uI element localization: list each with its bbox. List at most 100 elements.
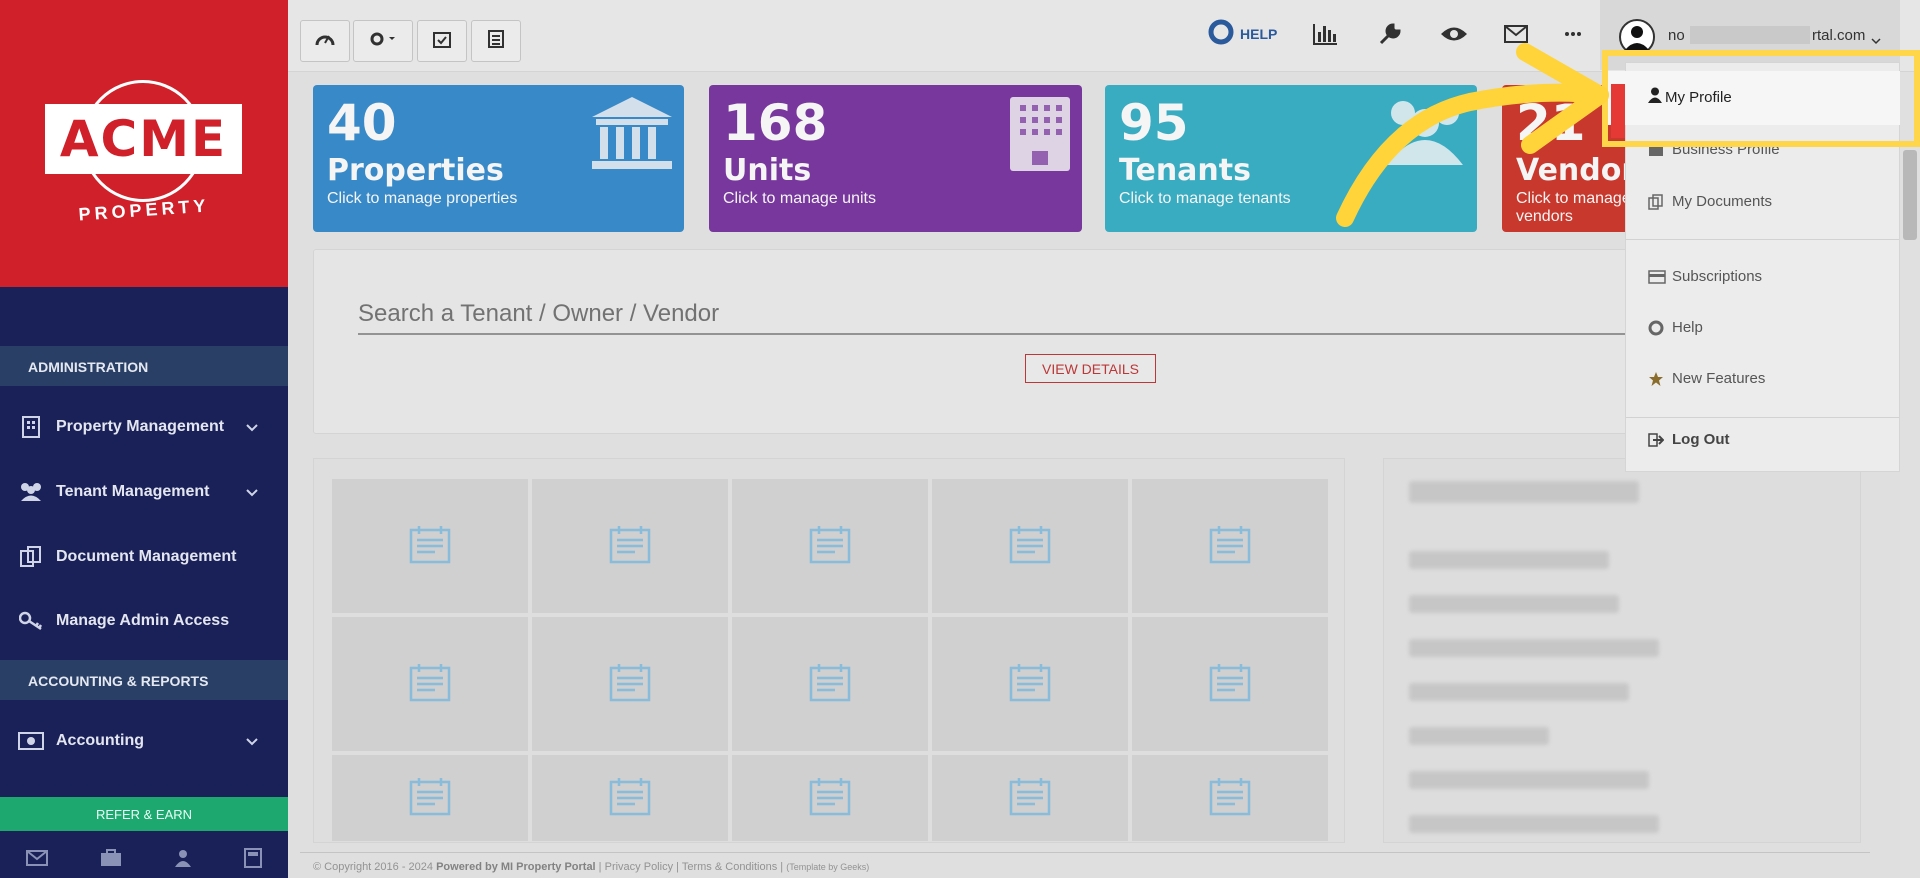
calendar-check-icon — [433, 30, 451, 53]
speedometer-icon — [315, 31, 335, 52]
clipboard-icon — [409, 776, 451, 821]
lifebuoy-icon — [1648, 320, 1668, 336]
clipboard-icon — [409, 524, 451, 569]
units-card[interactable]: 168 Units Click to manage units — [709, 85, 1082, 232]
grid-tile[interactable] — [1132, 755, 1328, 841]
scrollbar-thumb[interactable] — [1903, 150, 1917, 240]
sidebar-item-manage-admin-access[interactable]: Manage Admin Access — [0, 601, 288, 641]
sidebar-item-label: Tenant Management — [56, 483, 210, 500]
template-credit: (Template by Geeks) — [786, 862, 870, 872]
clipboard-icon — [609, 662, 651, 707]
clipboard-icon — [1209, 524, 1251, 569]
grid-tile[interactable] — [1132, 617, 1328, 751]
grid-tile[interactable] — [532, 755, 728, 841]
help-label: HELP — [1240, 26, 1278, 42]
users-icon — [18, 481, 44, 503]
menu-item-label: Subscriptions — [1672, 268, 1763, 285]
highlight-box — [1602, 50, 1920, 147]
logo-text: ACME — [59, 110, 228, 168]
search-input[interactable]: Search a Tenant / Owner / Vendor — [358, 290, 1648, 335]
menu-item-label: New Features — [1672, 370, 1766, 387]
sidebar-item-label: Accounting — [56, 732, 144, 749]
gear-icon — [369, 31, 397, 52]
grid-tile[interactable] — [932, 755, 1128, 841]
menu-item-subscriptions[interactable]: Subscriptions — [1648, 268, 1762, 285]
sidebar-item-property-management[interactable]: Property Management — [0, 407, 288, 447]
briefcase-icon[interactable] — [100, 849, 122, 872]
grid-tile[interactable] — [332, 617, 528, 751]
copyright-text: © Copyright 2016 - 2024 — [313, 861, 434, 873]
footer: © Copyright 2016 - 2024 Powered by MI Pr… — [300, 852, 1870, 878]
user-icon[interactable] — [174, 849, 192, 872]
menu-divider — [1626, 417, 1899, 418]
menu-item-log-out[interactable]: Log Out — [1648, 431, 1729, 448]
properties-sub: Click to manage properties — [327, 190, 518, 207]
quick-links-grid — [313, 458, 1345, 843]
grid-tile[interactable] — [532, 479, 728, 613]
email-redaction — [1690, 26, 1810, 44]
grid-tile[interactable] — [732, 479, 928, 613]
menu-item-label: Log Out — [1672, 431, 1730, 448]
clipboard-icon — [809, 662, 851, 707]
money-icon — [18, 730, 44, 752]
terms-link[interactable]: Terms & Conditions — [682, 861, 777, 873]
clipboard-icon — [609, 524, 651, 569]
refer-earn-button[interactable]: REFER & EARN — [0, 797, 288, 831]
grid-tile[interactable] — [932, 617, 1128, 751]
documents-icon — [18, 546, 44, 568]
bank-icon — [590, 95, 674, 176]
search-panel: Search a Tenant / Owner / Vendor VIEW DE… — [313, 249, 1693, 434]
grid-tile[interactable] — [732, 617, 928, 751]
chevron-down-icon — [246, 733, 258, 751]
grid-tile[interactable] — [1132, 479, 1328, 613]
sidebar-item-document-management[interactable]: Document Management — [0, 537, 288, 577]
menu-item-label: My Documents — [1672, 193, 1773, 210]
blurred-list-item — [1409, 771, 1649, 789]
sidebar-item-tenant-management[interactable]: Tenant Management — [0, 472, 288, 512]
dashboard-button[interactable] — [300, 20, 350, 62]
chevron-down-icon — [246, 419, 258, 437]
grid-tile[interactable] — [332, 479, 528, 613]
grid-tile[interactable] — [732, 755, 928, 841]
grid-tile[interactable] — [932, 479, 1128, 613]
credit-card-icon — [1648, 269, 1668, 284]
sidebar-item-accounting[interactable]: Accounting — [0, 721, 288, 761]
blurred-list-item — [1409, 551, 1609, 569]
star-icon — [1648, 371, 1668, 387]
units-sub: Click to manage units — [723, 190, 876, 207]
menu-divider — [1626, 239, 1899, 240]
grid-tile[interactable] — [532, 617, 728, 751]
blurred-list-item — [1409, 683, 1629, 701]
grid-tile[interactable] — [332, 755, 528, 841]
blurred-list-item — [1409, 639, 1659, 657]
help-link[interactable]: HELP — [1208, 19, 1278, 48]
settings-dropdown-button[interactable] — [353, 20, 413, 62]
key-icon — [18, 610, 44, 632]
documents-icon — [1648, 193, 1668, 210]
logo[interactable]: ACME PROPERTY — [0, 0, 288, 287]
menu-item-new-features[interactable]: New Features — [1648, 370, 1765, 387]
calculator-button[interactable] — [471, 20, 521, 62]
privacy-policy-link[interactable]: Privacy Policy — [605, 861, 673, 873]
sidebar-bottom-bar — [0, 843, 288, 878]
section-administration: ADMINISTRATION — [0, 346, 288, 386]
mail-icon[interactable] — [26, 850, 48, 871]
view-details-button[interactable]: VIEW DETAILS — [1025, 354, 1156, 383]
sidebar-item-label: Manage Admin Access — [56, 612, 230, 629]
blurred-list-item — [1409, 727, 1549, 745]
properties-card[interactable]: 40 Properties Click to manage properties — [313, 85, 684, 232]
calendar-button[interactable] — [417, 20, 467, 62]
section-accounting-reports: ACCOUNTING & REPORTS — [0, 660, 288, 700]
blurred-heading — [1409, 481, 1639, 503]
calculator-icon[interactable] — [244, 848, 262, 873]
chevron-down-icon — [246, 484, 258, 502]
user-email-suffix: rtal.com — [1812, 27, 1866, 44]
building-icon — [18, 416, 44, 438]
menu-item-help[interactable]: Help — [1648, 319, 1703, 336]
sidebar-item-label: Document Management — [56, 548, 237, 565]
clipboard-icon — [1009, 662, 1051, 707]
clipboard-icon — [1209, 776, 1251, 821]
menu-item-my-documents[interactable]: My Documents — [1648, 193, 1772, 210]
blurred-list-item — [1409, 815, 1659, 833]
calculator-icon — [488, 29, 504, 53]
